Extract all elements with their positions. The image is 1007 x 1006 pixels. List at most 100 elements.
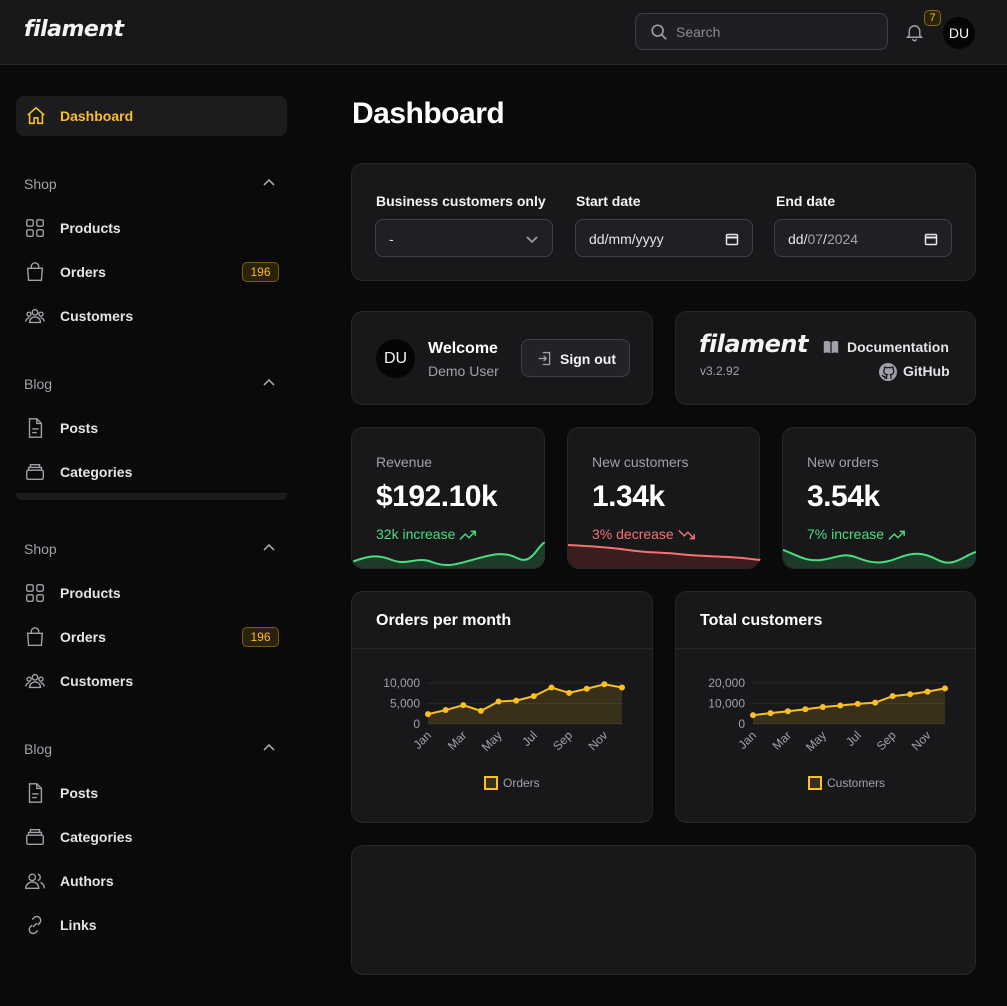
orders-chart-card: Orders per month 10,000 5,000 0 Jan Mar May Ju… [351,591,653,823]
calendar-icon[interactable] [725,232,739,246]
sidebar-item-customers[interactable]: Customers [16,296,287,336]
start-date-input[interactable]: dd/mm/yyyy [575,219,753,257]
document-icon [28,783,43,803]
grid-icon [26,584,44,602]
welcome-title: Welcome [428,340,498,357]
data-point [837,702,844,709]
global-search[interactable] [635,13,888,50]
y-tick-label: 0 [738,717,745,731]
sidebar: Dashboard Shop Products Orders 196 Custo… [0,65,303,1006]
chevron-up-icon[interactable] [262,178,276,188]
x-tick-label: Jul [519,728,540,749]
sidebar-section-divider [16,493,287,500]
x-tick-label: May [479,728,505,754]
sidebar-item-dashboard[interactable]: Dashboard [16,96,287,136]
github-label: GitHub [903,363,950,379]
end-date-year: 2024 [826,231,859,247]
end-date-input[interactable]: dd/07/2024 [774,219,952,257]
sidebar-item-label: Categories [60,464,133,480]
sidebar-item-orders[interactable]: Orders 196 [16,617,287,657]
trending-up-icon [459,530,477,541]
sidebar-item-categories[interactable]: Categories [16,452,287,492]
y-tick-label: 20,000 [708,676,745,690]
y-tick-label: 5,000 [390,697,420,711]
data-point [566,689,573,696]
github-link[interactable]: GitHub [879,363,950,381]
orders-sparkline [783,549,976,568]
empty-widget [351,845,976,975]
sidebar-item-label: Customers [60,308,134,324]
start-date-value: dd/mm/yyyy [589,231,664,247]
folder-icon [26,828,44,846]
x-tick-label: Sep [550,728,575,753]
sidebar-item-label: Products [60,585,121,601]
sidebar-item-label: Posts [60,785,99,801]
data-point [513,697,520,704]
stat-description-text: 3% decrease [592,526,674,542]
stat-revenue: Revenue $192.10k 32k increase [351,427,545,569]
legend-swatch [484,776,498,790]
sidebar-item-customers[interactable]: Customers [16,661,287,701]
account-widget: DU Welcome Demo User Sign out [351,311,653,405]
x-tick-label: Jan [411,728,435,752]
documentation-label: Documentation [847,339,949,355]
grid-icon [26,219,44,237]
chevron-up-icon[interactable] [262,543,276,553]
series-area [428,684,622,724]
data-point [495,698,502,705]
y-tick-label: 10,000 [383,676,420,690]
calendar-icon[interactable] [924,232,938,246]
stat-value: 3.54k [807,480,880,513]
business-filter-label: Business customers only [376,193,546,209]
sidebar-item-products[interactable]: Products [16,208,287,248]
link-icon [28,915,42,935]
orders-line-chart: 10,000 5,000 0Jan Mar May Jul Sep Nov Orders [383,676,625,790]
sidebar-item-label: Orders [60,264,106,280]
data-point [802,706,809,713]
sidebar-item-categories[interactable]: Categories [16,817,287,857]
brand-logo[interactable]: filament [24,17,124,42]
stat-description: 32k increase [376,526,477,542]
business-filter-value: - [389,231,394,247]
data-point [601,681,608,688]
chevron-up-icon[interactable] [262,743,276,753]
end-date-month: 07 [807,231,824,247]
sidebar-item-orders[interactable]: Orders 196 [16,252,287,292]
data-point [442,707,449,714]
sidebar-group-shop: Shop [24,176,57,192]
sidebar-item-links[interactable]: Links [16,905,287,945]
chevron-down-icon [526,236,538,244]
stat-label: New orders [807,454,879,470]
end-date-label: End date [776,193,836,209]
book-icon [823,340,839,354]
sidebar-item-label: Products [60,220,121,236]
documentation-link[interactable]: Documentation [823,339,949,355]
x-tick-label: Sep [874,728,899,753]
legend-label: Orders [503,776,540,790]
sidebar-item-posts[interactable]: Posts [16,408,287,448]
business-filter-select[interactable]: - [375,219,553,257]
sidebar-item-products[interactable]: Products [16,573,287,613]
chart-title: Orders per month [376,612,512,629]
customers-line-chart: 20,000 10,000 0Jan Mar May Jul Sep Nov Customers [708,676,948,790]
data-point [889,693,896,700]
search-icon [651,24,667,40]
data-point [907,691,914,698]
orders-count-badge: 196 [242,627,279,647]
shopping-bag-icon [26,627,44,646]
stat-description-text: 7% increase [807,526,885,542]
chevron-up-icon[interactable] [262,378,276,388]
data-point [460,702,467,709]
shopping-bag-icon [26,262,44,281]
x-tick-label: Mar [445,728,470,753]
stat-value: 1.34k [592,480,665,513]
sidebar-item-authors[interactable]: Authors [16,861,287,901]
github-icon [879,363,897,381]
sidebar-item-posts[interactable]: Posts [16,773,287,813]
sign-out-button[interactable]: Sign out [521,339,630,377]
bell-icon[interactable] [904,21,925,43]
user-avatar[interactable]: DU [943,17,975,49]
search-input[interactable] [676,22,876,42]
data-point [548,684,555,691]
end-date-day: dd/ [788,231,808,247]
